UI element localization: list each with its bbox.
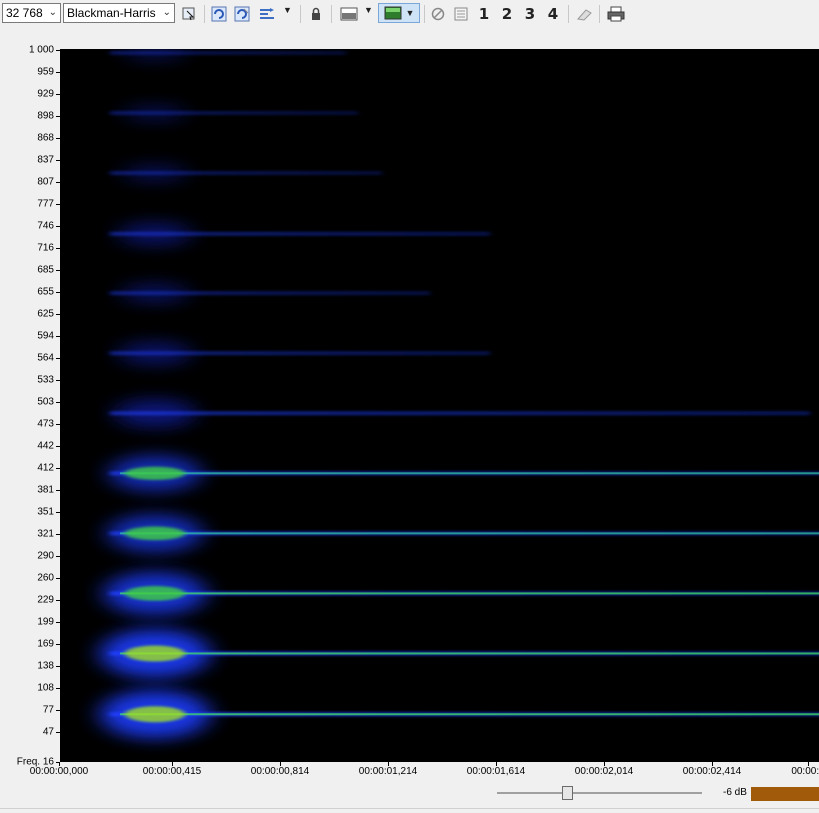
y-axis: 1 000 959 929 898 868 837 807 777 746 716 685 655 62… (0, 0, 60, 813)
window-function-value: Blackman-Harris (67, 6, 156, 20)
harmonic-band (107, 514, 819, 552)
colormap-button[interactable]: ▼ (378, 3, 420, 23)
channel-2-button[interactable]: 2 (499, 4, 515, 24)
window-function-select[interactable]: Blackman-Harris ⌄ (63, 3, 175, 23)
harmonic-band (110, 399, 810, 428)
y-tick-label: 594 (37, 330, 54, 342)
list-icon[interactable] (452, 4, 470, 24)
toolbar-separator (424, 5, 425, 23)
y-tick-label: 412 (37, 462, 54, 474)
y-tick-label: 442 (37, 440, 54, 452)
x-tick-label: 00:00:01,614 (466, 766, 526, 777)
y-tick-label: 837 (37, 154, 54, 166)
y-tick-label: 47 (42, 726, 54, 738)
chevron-down-icon: ⌄ (162, 7, 171, 18)
lock-icon[interactable] (307, 4, 325, 24)
select-icon[interactable] (180, 4, 198, 24)
y-tick-label: 351 (37, 506, 54, 518)
y-tick-label: 685 (37, 264, 54, 276)
harmonic-band (110, 164, 382, 182)
y-tick-label: 807 (37, 176, 54, 188)
y-tick-label: 108 (37, 682, 54, 694)
display-mode-dropdown-icon[interactable]: ▼ (364, 5, 373, 15)
y-tick-label: 1 000 (28, 44, 54, 56)
y-tick-label: 169 (37, 638, 54, 650)
refresh-alt-icon[interactable] (233, 4, 251, 24)
refresh-icon[interactable] (210, 4, 228, 24)
harmonic-band (110, 49, 346, 60)
bottom-divider (0, 808, 819, 809)
settings-icon[interactable] (257, 4, 277, 24)
y-tick-label: 959 (37, 66, 54, 78)
channel-4-button[interactable]: 4 (545, 4, 561, 24)
x-tick (280, 762, 281, 766)
x-tick-label: 00:00:00,415 (142, 766, 202, 777)
toolbar-separator (568, 5, 569, 23)
spectrogram-canvas[interactable] (60, 49, 819, 762)
y-tick-label: 503 (37, 396, 54, 408)
y-tick-label: 77 (42, 704, 54, 716)
x-tick-label: 00:00:00,814 (250, 766, 310, 777)
y-tick-label: 655 (37, 286, 54, 298)
harmonic-band (100, 629, 819, 678)
y-tick-label: 929 (37, 88, 54, 100)
x-tick (388, 762, 389, 766)
gain-color-bar (751, 787, 819, 801)
harmonic-band (108, 455, 819, 491)
chevron-down-icon: ▼ (405, 8, 415, 18)
y-tick-label: 381 (37, 484, 54, 496)
harmonic-band (110, 222, 490, 246)
toolbar-separator (331, 5, 332, 23)
gain-slider-track[interactable] (497, 792, 702, 794)
toolbar-separator (599, 5, 600, 23)
harmonic-band (110, 283, 430, 303)
x-tick-label: 00:00:02,414 (682, 766, 742, 777)
y-tick-label: 716 (37, 242, 54, 254)
y-tick-label: 260 (37, 572, 54, 584)
y-tick-label: 199 (37, 616, 54, 628)
disable-icon[interactable] (429, 4, 447, 24)
x-tick (172, 762, 173, 766)
y-tick-label: 321 (37, 528, 54, 540)
toolbar: 32 768 ⌄ Blackman-Harris ⌄ ▼ ▼ ▼ 1 2 3 4 (0, 0, 819, 28)
x-tick (604, 762, 605, 766)
x-tick (59, 762, 60, 766)
colormap-icon (384, 6, 402, 20)
y-tick-label: 229 (37, 594, 54, 606)
x-tick-label: 00:00:01,214 (358, 766, 418, 777)
y-tick-label: 777 (37, 198, 54, 210)
y-tick-label: 625 (37, 308, 54, 320)
channel-3-button[interactable]: 3 (522, 4, 538, 24)
x-tick-label: 00:00:00,000 (29, 766, 89, 777)
settings-dropdown-icon[interactable]: ▼ (283, 5, 292, 15)
x-tick (808, 762, 809, 766)
channel-1-button[interactable]: 1 (476, 4, 492, 24)
y-tick-label: 898 (37, 110, 54, 122)
y-tick-label: 290 (37, 550, 54, 562)
x-tick-label: 00:00:02,014 (574, 766, 634, 777)
y-tick-label: 533 (37, 374, 54, 386)
display-mode-icon[interactable] (338, 4, 360, 24)
x-tick (712, 762, 713, 766)
gain-slider-thumb[interactable] (562, 786, 574, 800)
x-tick (496, 762, 497, 766)
toolbar-separator (204, 5, 205, 23)
x-tick-label: 00:00:0 (791, 766, 819, 777)
harmonic-band (110, 105, 358, 121)
y-tick-label: 138 (37, 660, 54, 672)
harmonic-band (110, 341, 490, 365)
harmonic-band (100, 690, 819, 739)
eraser-icon[interactable] (574, 4, 594, 24)
y-tick-label: 473 (37, 418, 54, 430)
print-icon[interactable] (605, 4, 627, 24)
harmonic-band (103, 572, 819, 615)
gain-label: -6 dB (723, 787, 747, 798)
y-tick-label: 564 (37, 352, 54, 364)
toolbar-separator (300, 5, 301, 23)
y-tick-label: 746 (37, 220, 54, 232)
y-tick-label: 868 (37, 132, 54, 144)
